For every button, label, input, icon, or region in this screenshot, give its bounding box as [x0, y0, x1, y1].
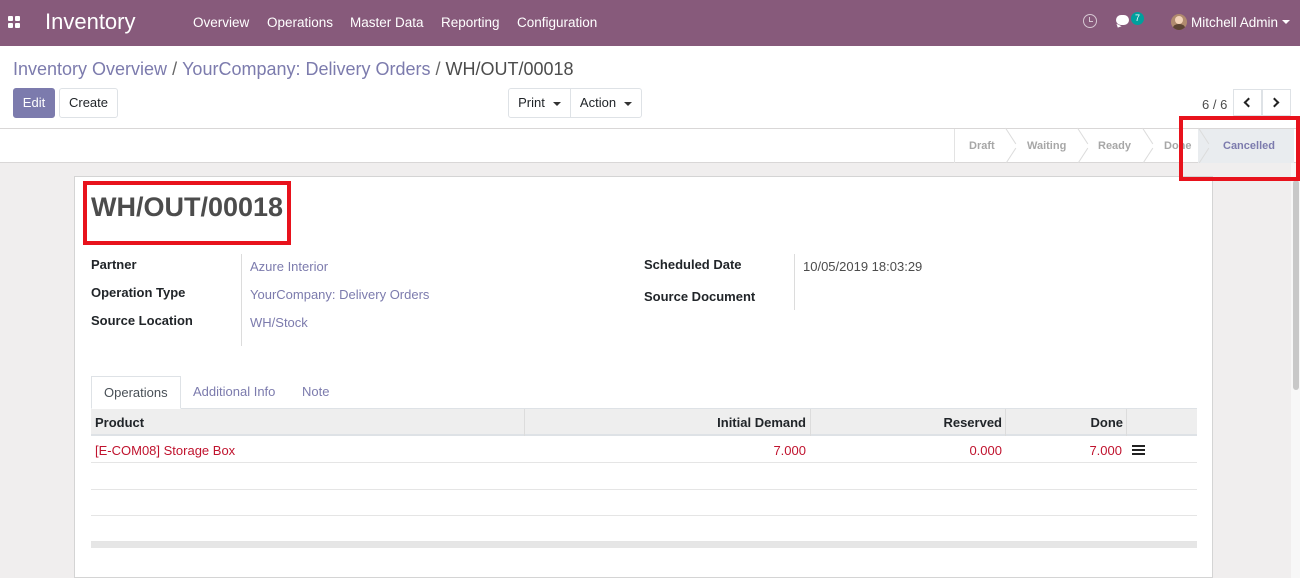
column-reserved[interactable]: Reserved — [943, 415, 1002, 430]
status-bar: Draft Waiting Ready Done Cancelled — [0, 129, 1300, 163]
edit-button[interactable]: Edit — [13, 88, 55, 118]
field-divider — [241, 254, 242, 346]
menu-operations[interactable]: Operations — [267, 15, 333, 30]
partner-label: Partner — [91, 257, 137, 272]
create-button[interactable]: Create — [59, 88, 118, 118]
status-draft[interactable]: Draft — [969, 140, 995, 152]
print-label: Print — [518, 95, 545, 110]
scheduled-date-label: Scheduled Date — [644, 257, 742, 272]
breadcrumb-separator: / — [435, 59, 441, 79]
tab-note[interactable]: Note — [290, 376, 341, 409]
status-separator — [1005, 129, 1017, 163]
user-menu-caret-icon[interactable] — [1282, 20, 1290, 24]
message-count-badge: 7 — [1131, 12, 1144, 25]
pager-previous-button[interactable] — [1233, 89, 1262, 116]
row-initial-demand[interactable]: 7.000 — [773, 443, 806, 458]
column-done[interactable]: Done — [1091, 415, 1124, 430]
print-caret-icon — [552, 101, 561, 106]
source-location-value[interactable]: WH/Stock — [250, 315, 308, 330]
breadcrumb-delivery-orders[interactable]: YourCompany: Delivery Orders — [182, 59, 430, 79]
column-initial-demand[interactable]: Initial Demand — [717, 415, 806, 430]
breadcrumb: Inventory Overview / YourCompany: Delivery… — [13, 59, 574, 80]
source-location-label: Source Location — [91, 313, 193, 328]
scheduled-date-value: 10/05/2019 18:03:29 — [803, 259, 923, 274]
table-footer — [91, 542, 1197, 548]
status-cancelled: Cancelled — [1223, 140, 1275, 152]
status-ready[interactable]: Ready — [1098, 140, 1131, 152]
column-separator — [810, 409, 811, 436]
table-row-empty — [91, 464, 1197, 490]
breadcrumb-inventory-overview[interactable]: Inventory Overview — [13, 59, 167, 79]
column-separator — [1126, 409, 1127, 436]
detailed-operations-list-icon[interactable] — [1132, 445, 1145, 455]
print-dropdown[interactable]: Print — [508, 88, 571, 118]
pager-next-button[interactable] — [1262, 89, 1291, 116]
chevron-right-icon — [1269, 97, 1280, 108]
table-row[interactable]: [E-COM08] Storage Box 7.000 0.000 7.000 — [91, 437, 1197, 463]
record-title: WH/OUT/00018 — [91, 192, 284, 222]
user-avatar[interactable] — [1171, 14, 1187, 30]
tab-operations[interactable]: Operations — [91, 376, 181, 409]
menu-configuration[interactable]: Configuration — [517, 15, 597, 30]
activity-clock-icon[interactable] — [1083, 14, 1097, 28]
breadcrumb-current: WH/OUT/00018 — [445, 59, 574, 79]
operation-type-label: Operation Type — [91, 285, 186, 300]
control-panel: Inventory Overview / YourCompany: Delivery… — [0, 46, 1300, 129]
table-row-empty — [91, 516, 1197, 542]
status-waiting[interactable]: Waiting — [1027, 140, 1066, 152]
apps-grid-icon[interactable] — [8, 16, 20, 28]
chevron-left-icon — [1243, 97, 1254, 108]
tab-additional-info[interactable]: Additional Info — [181, 376, 287, 409]
source-document-label: Source Document — [644, 289, 756, 304]
status-separator — [1198, 129, 1210, 163]
action-label: Action — [579, 95, 617, 110]
status-done[interactable]: Done — [1164, 140, 1192, 152]
scrollbar-thumb[interactable] — [1293, 180, 1299, 390]
row-product[interactable]: [E-COM08] Storage Box — [95, 443, 235, 458]
row-reserved[interactable]: 0.000 — [969, 443, 1002, 458]
menu-overview[interactable]: Overview — [193, 15, 249, 30]
app-name[interactable]: Inventory — [45, 9, 136, 35]
messaging-icon[interactable] — [1116, 15, 1131, 27]
top-navbar: Inventory Overview Operations Master Dat… — [0, 0, 1300, 46]
pager-value[interactable]: 6 / 6 — [1202, 97, 1227, 112]
field-divider — [794, 254, 795, 310]
operation-type-value[interactable]: YourCompany: Delivery Orders — [250, 287, 429, 302]
user-menu[interactable]: Mitchell Admin — [1191, 15, 1278, 30]
breadcrumb-separator: / — [172, 59, 178, 79]
status-separator — [1142, 129, 1154, 163]
menu-reporting[interactable]: Reporting — [441, 15, 500, 30]
status-separator — [1077, 129, 1089, 163]
table-header: Product Initial Demand Reserved Done — [91, 409, 1197, 436]
table-row-empty — [91, 490, 1197, 516]
column-product[interactable]: Product — [95, 415, 144, 430]
action-dropdown[interactable]: Action — [570, 88, 642, 118]
menu-master-data[interactable]: Master Data — [350, 15, 424, 30]
column-separator — [1005, 409, 1006, 436]
column-separator — [524, 409, 525, 436]
action-caret-icon — [624, 101, 633, 106]
row-done[interactable]: 7.000 — [1089, 443, 1122, 458]
partner-value[interactable]: Azure Interior — [250, 259, 328, 274]
